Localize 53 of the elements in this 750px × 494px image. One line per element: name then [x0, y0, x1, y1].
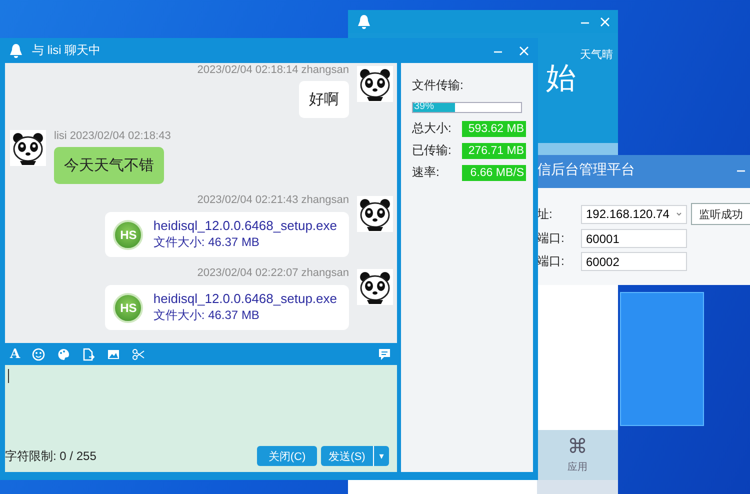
file-type-logo: HS	[113, 220, 144, 250]
text-cursor	[8, 369, 9, 383]
image-icon[interactable]	[107, 348, 120, 360]
bell-icon	[8, 42, 24, 58]
app-tab[interactable]: ⌘ 应用	[537, 430, 618, 480]
stat-label: 已传输:	[412, 142, 452, 159]
avatar-icon	[10, 130, 46, 166]
transfer-heading: 文件传输:	[412, 77, 464, 94]
stat-label: 总大小:	[412, 120, 452, 137]
message-header: 2023/02/04 02:18:14 zhangsan	[197, 64, 349, 76]
port-field[interactable]: 60001	[581, 229, 687, 248]
stat-value: 6.66 MB/S	[462, 164, 526, 180]
window-title: 与 lisi 聊天中	[32, 42, 102, 59]
emoji-icon[interactable]	[32, 348, 46, 360]
command-icon: ⌘	[568, 436, 588, 458]
chat-bubble-icon[interactable]	[378, 348, 391, 360]
file-size: 文件大小: 46.37 MB	[153, 307, 260, 324]
file-size: 文件大小: 46.37 MB	[153, 234, 260, 251]
port-field[interactable]: 60002	[581, 252, 687, 271]
field-label: 端口:	[537, 230, 566, 247]
message-header: lisi 2023/02/04 02:18:43	[54, 130, 171, 142]
progress-label: 39%	[414, 101, 434, 112]
file-message-bubble[interactable]: HS heidisql_12.0.0.6468_setup.exe 文件大小: 46.37 MB	[105, 285, 349, 330]
stat-value: 593.62 MB	[462, 120, 526, 136]
font-button[interactable]: A	[10, 346, 20, 362]
app-label: 应用	[568, 460, 588, 474]
window-title: 信后台管理平台	[537, 160, 636, 178]
char-limit-text: 字符限制: 0 / 255	[5, 448, 98, 464]
file-message-bubble[interactable]: HS heidisql_12.0.0.6468_setup.exe 文件大小: 46.37 MB	[105, 212, 349, 257]
listen-button[interactable]: 监听成功	[691, 203, 750, 225]
file-name: heidisql_12.0.0.6468_setup.exe	[153, 218, 337, 233]
palette-icon[interactable]	[57, 348, 70, 360]
message-bubble: 好啊	[299, 81, 349, 118]
weather-text: 天气晴	[580, 48, 613, 62]
close-button[interactable]	[600, 16, 610, 26]
message-header: 2023/02/04 02:22:07 zhangsan	[197, 267, 349, 279]
file-upload-icon[interactable]	[82, 348, 96, 360]
avatar-icon	[357, 269, 393, 305]
close-button[interactable]	[519, 46, 529, 56]
avatar-icon	[357, 196, 393, 232]
bell-icon	[356, 14, 372, 30]
address-dropdown[interactable]: 192.168.120.74	[581, 204, 687, 224]
file-type-logo: HS	[113, 292, 144, 322]
stat-value: 276.71 MB	[462, 142, 526, 158]
scissors-icon[interactable]	[132, 348, 146, 360]
stat-label: 速率:	[412, 164, 440, 181]
avatar-icon	[357, 66, 393, 102]
field-label: 址:	[537, 206, 554, 222]
banner-heading: 始	[546, 61, 576, 97]
file-name: heidisql_12.0.0.6468_setup.exe	[153, 291, 337, 306]
message-header: 2023/02/04 02:21:43 zhangsan	[197, 194, 349, 206]
field-label: 端口:	[537, 253, 566, 270]
message-bubble: 今天天气不错	[54, 147, 164, 184]
